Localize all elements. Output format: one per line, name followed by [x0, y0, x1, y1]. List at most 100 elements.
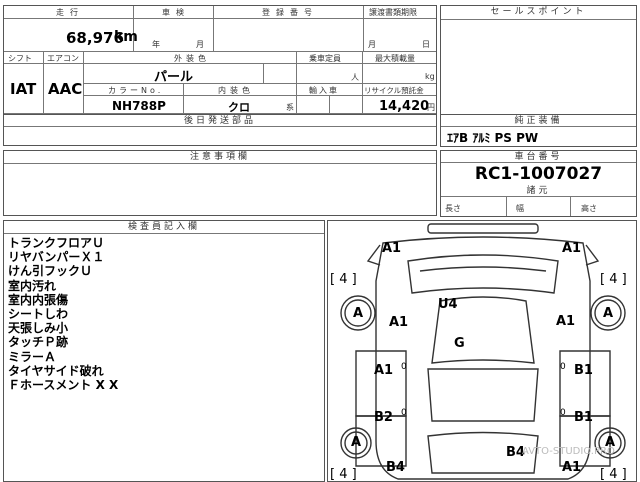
inspector-note-line: シートしわ: [8, 307, 69, 322]
chassis-label: 車台番号: [514, 152, 563, 162]
inspector-note-line: 室内汚れ: [8, 278, 57, 293]
tread-mark-fr: [ 4 ]: [600, 272, 627, 287]
sales-point-header: セールスポイント: [441, 6, 636, 20]
inspector-box: 検査員記入欄 トランクフロアＵ リヤバンパーＸ１ けん引フックＵ 室内汚れ 室内内張傷シ…: [3, 220, 325, 482]
chassis-header: 車台番号: [441, 151, 636, 163]
mileage-header: 走行: [4, 6, 134, 19]
equipment-box: 純正装備 ｴｱB ｱﾙﾐ PS PW: [440, 114, 637, 147]
capacity-unit: 人: [351, 73, 359, 82]
mirror-left: [366, 244, 381, 266]
length-label: 長さ: [445, 204, 461, 213]
damage-mark-a1-left: A1: [389, 315, 409, 330]
tread-mark-fl: [ 4 ]: [330, 272, 357, 287]
inspector-note-line: 室内内張傷: [8, 292, 69, 307]
exterior-header: 外装色: [84, 52, 297, 64]
exterior-color-value: パール: [154, 70, 194, 85]
inspector-note-line: トランクフロアＵ: [8, 236, 105, 250]
ac-label: エアコン: [47, 54, 79, 63]
color-no-cell: NH788P: [84, 96, 184, 114]
length-cell: 長さ: [441, 197, 507, 216]
interior-header: 内装色: [184, 84, 297, 96]
chassis-box: 車台番号 RC1-1007027 諸元 長さ 幅 高さ: [440, 150, 637, 217]
color-no-header: カラーNo.: [84, 84, 184, 96]
import-label: 輸入車: [309, 86, 339, 95]
damage-mark-top-right: A1: [562, 241, 582, 256]
damage-mark-door-left-b2: B2: [374, 410, 393, 425]
dimensions-label: 諸元: [526, 186, 551, 196]
year-unit: 年: [152, 40, 160, 49]
exterior-color-cell: パール: [84, 64, 264, 85]
wheel-mark-rr: A: [603, 306, 614, 321]
transfer-day-unit: 日: [422, 40, 430, 49]
caution-box: 注意事項欄: [3, 150, 437, 216]
recycle-label: リサイクル預託金: [364, 86, 424, 95]
max-load-cell: kg: [363, 64, 436, 84]
mileage-cell: 68,976 km: [4, 19, 138, 52]
max-load-header: 最大積載量: [363, 52, 436, 64]
damage-mark-door-left-a1: A1: [374, 363, 394, 378]
capacity-cell: 人: [297, 64, 363, 84]
equipment-header: 純正装備: [441, 115, 636, 127]
capacity-header: 乗車定員: [297, 52, 363, 64]
wheel-mark-rl: A: [353, 306, 364, 321]
mileage-label: 走行: [56, 8, 84, 17]
inspection-label: 車検: [162, 8, 190, 17]
equipment-label: 純正装備: [514, 116, 563, 126]
registration-label: 登録番号: [262, 8, 318, 17]
shift-label: シフト: [8, 54, 32, 63]
cabin-outline: [427, 368, 539, 422]
chassis-value: RC1-1007027: [474, 164, 603, 184]
front-bumper-outline: [427, 223, 539, 234]
damage-mark-top-left: A1: [382, 241, 402, 256]
inspector-note-line: Ｆホースメント X X: [8, 378, 119, 393]
later-parts-label: 後日発送部品: [183, 116, 256, 126]
inspector-note-line: ミラーＡ: [8, 349, 57, 364]
ac-header: エアコン: [44, 52, 84, 64]
inspection-header: 車検: [134, 6, 214, 19]
interior-suffix: 系: [286, 103, 294, 112]
sales-point-label: セールスポイント: [490, 7, 587, 17]
damage-mark-a1-bottom-right: A1: [562, 460, 582, 475]
damage-mark-door-right-b1-rear: B1: [574, 410, 593, 425]
car-diagram-box: A1 A1 [ 4 ] [ 4 ] U4 A A A1 A1 G A1 0 0 …: [327, 220, 637, 482]
exterior-extra-cell: [264, 64, 297, 84]
zero-mark-right-1: 0: [560, 362, 566, 372]
transfer-cell: 月 日: [364, 19, 436, 52]
registration-header: 登録番号: [214, 6, 364, 19]
zero-mark-left-2: 0: [401, 408, 407, 418]
recycle-cell: 14,420 円: [363, 96, 436, 114]
shift-value: IAT: [10, 80, 37, 98]
hood-line: [419, 266, 547, 272]
registration-cell: [214, 19, 364, 52]
import-cell-b: [330, 96, 363, 114]
body-outline: [375, 236, 591, 480]
inspector-header: 検査員記入欄: [4, 221, 324, 234]
hood-outline: [407, 254, 559, 294]
mirror-right: [585, 244, 600, 266]
width-label: 幅: [516, 204, 524, 213]
ac-value: AAC: [48, 80, 83, 98]
color-no-label: カラーNo.: [108, 86, 164, 95]
damage-mark-u4: U4: [438, 297, 458, 312]
damage-mark-door-right-b1: B1: [574, 363, 593, 378]
month-unit: 月: [196, 40, 204, 49]
inspector-note-line: タイヤサイド破れ: [8, 363, 104, 378]
capacity-label: 乗車定員: [309, 54, 341, 63]
later-parts-header: 後日発送部品: [4, 115, 436, 127]
shift-header: シフト: [4, 52, 44, 64]
max-load-label: 最大積載量: [375, 54, 415, 63]
caution-header: 注意事項欄: [4, 151, 436, 164]
width-cell: 幅: [506, 197, 571, 216]
height-label: 高さ: [581, 204, 597, 213]
max-load-unit: kg: [425, 72, 435, 81]
sales-point-box: セールスポイント: [440, 5, 637, 115]
damage-mark-a1-right: A1: [556, 314, 576, 329]
height-cell: 高さ: [571, 197, 636, 216]
interior-color-value: クロ: [228, 101, 250, 114]
car-outline: [340, 223, 626, 480]
spec-grid: 走行 車検 登録番号 譲渡書類期限 68,976 km 年 月 月 日 シフト …: [3, 5, 437, 118]
interior-color-label: 内装色: [218, 86, 254, 95]
transfer-header: 譲渡書類期限: [364, 6, 436, 19]
right-door-outline: [559, 350, 611, 417]
damage-mark-g: G: [454, 336, 465, 351]
